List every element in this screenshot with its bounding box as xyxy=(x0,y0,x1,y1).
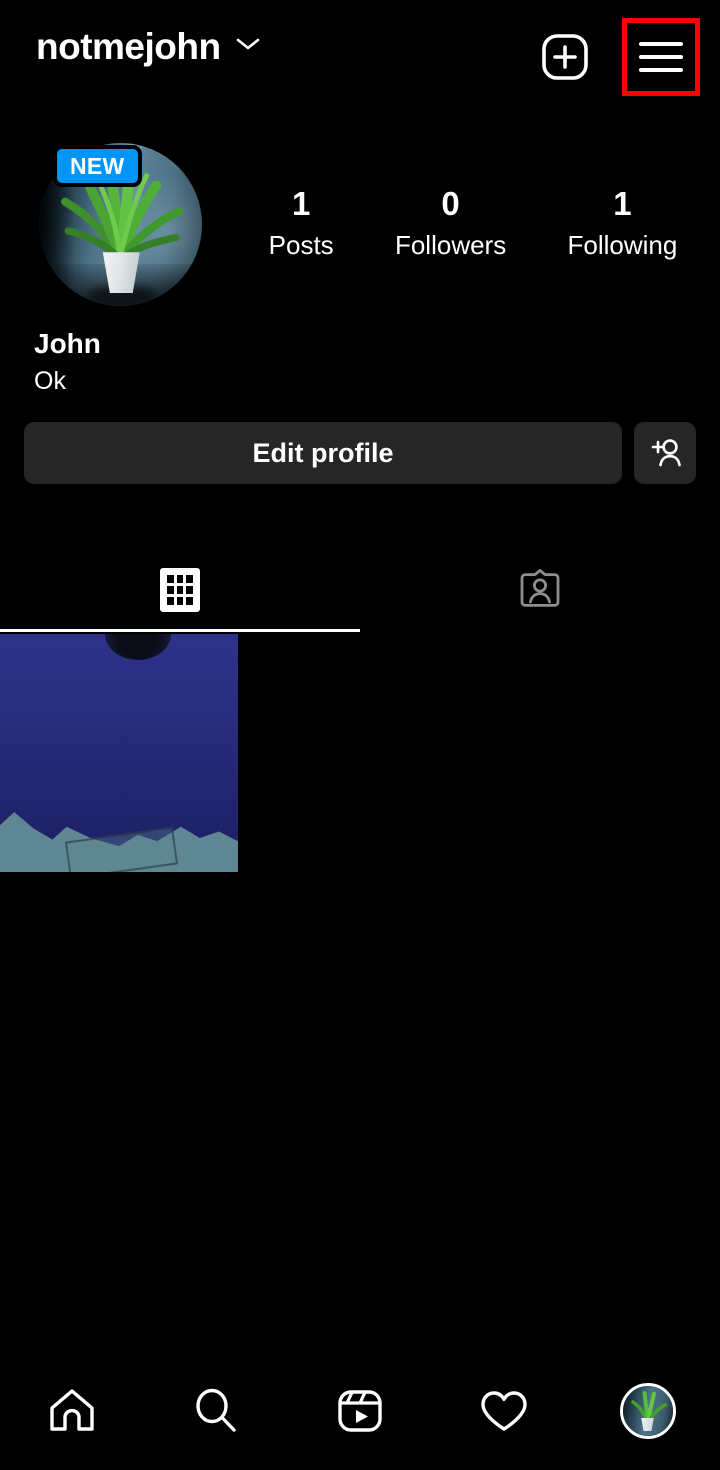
plus-square-icon xyxy=(542,34,588,80)
stat-followers[interactable]: 0 Followers xyxy=(395,185,506,261)
following-label: Following xyxy=(567,229,678,260)
profile-display-name: John xyxy=(34,328,101,359)
tagged-person-icon xyxy=(520,569,560,607)
bottom-navigation-bar xyxy=(0,1352,720,1470)
grid-icon xyxy=(160,568,200,612)
profile-bio: Ok xyxy=(34,367,66,395)
reels-icon xyxy=(338,1390,382,1432)
add-person-icon xyxy=(651,439,681,467)
username-dropdown[interactable]: notmejohn xyxy=(36,28,261,65)
stat-posts[interactable]: 1 Posts xyxy=(269,185,334,261)
posts-label: Posts xyxy=(268,229,334,260)
posts-grid xyxy=(0,634,720,872)
post-thumbnail[interactable] xyxy=(0,634,238,872)
menu-button[interactable] xyxy=(622,18,700,96)
nav-profile[interactable] xyxy=(576,1352,720,1470)
following-count: 1 xyxy=(613,185,632,222)
new-story-badge[interactable]: NEW xyxy=(53,145,142,188)
nav-search[interactable] xyxy=(144,1352,288,1470)
search-icon xyxy=(196,1388,236,1432)
discover-people-button[interactable] xyxy=(634,422,696,484)
username-label: notmejohn xyxy=(36,26,221,67)
hamburger-menu-icon xyxy=(639,42,683,72)
create-post-button[interactable] xyxy=(526,18,604,96)
profile-stats: 1 Posts 0 Followers 1 Following xyxy=(238,185,708,261)
home-icon xyxy=(50,1389,94,1431)
top-header-bar: notmejohn xyxy=(0,0,720,112)
followers-count: 0 xyxy=(441,185,460,222)
instagram-profile-screen: notmejohn NEW 1 Posts 0 Followers 1 Foll… xyxy=(0,0,720,1470)
tab-tagged[interactable] xyxy=(360,548,720,632)
tab-grid[interactable] xyxy=(0,548,360,632)
profile-tabs xyxy=(0,548,720,632)
nav-reels[interactable] xyxy=(288,1352,432,1470)
profile-action-row: Edit profile xyxy=(24,422,696,484)
posts-count: 1 xyxy=(291,185,311,222)
nav-profile-avatar xyxy=(620,1383,676,1439)
stat-following[interactable]: 1 Following xyxy=(568,185,678,261)
nav-home[interactable] xyxy=(0,1352,144,1470)
heart-icon xyxy=(481,1391,527,1431)
followers-label: Followers xyxy=(394,229,507,260)
header-actions xyxy=(526,18,700,96)
nav-activity[interactable] xyxy=(432,1352,576,1470)
active-tab-underline xyxy=(0,629,360,632)
edit-profile-button[interactable]: Edit profile xyxy=(24,422,622,484)
chevron-down-icon[interactable] xyxy=(235,36,261,57)
